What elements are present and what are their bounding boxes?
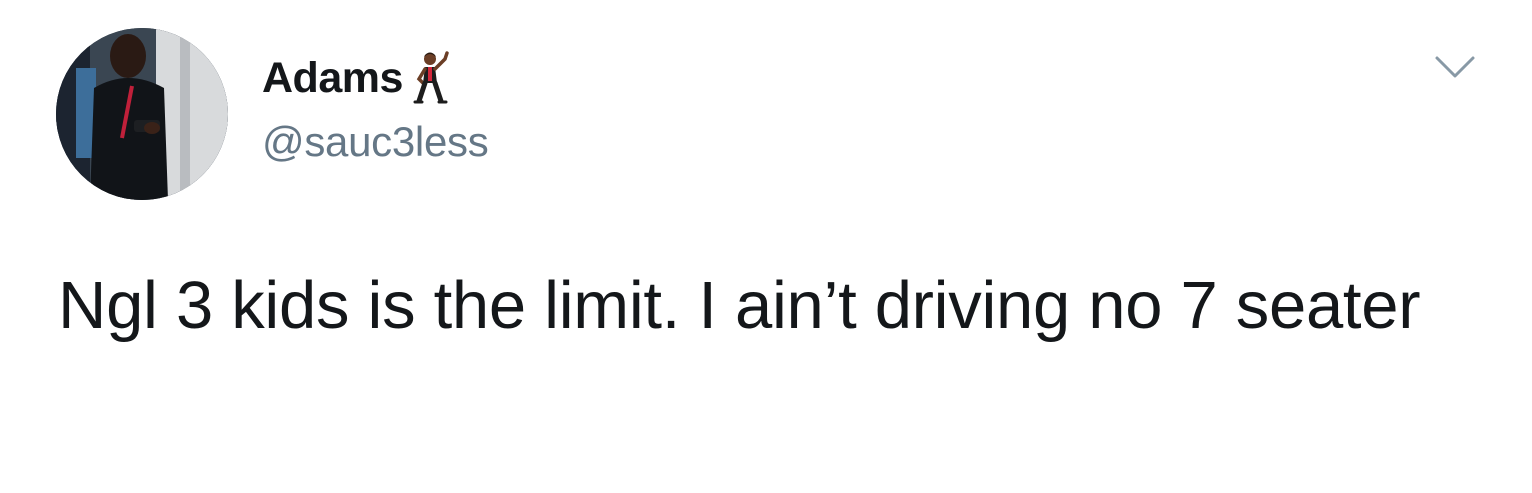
- author-handle[interactable]: @sauc3less: [262, 118, 489, 166]
- author-name-row[interactable]: Adams: [262, 51, 453, 105]
- display-name[interactable]: Adams: [262, 54, 403, 103]
- tweet-text: Ngl 3 kids is the limit. I ain’t driving…: [58, 268, 1421, 343]
- avatar-photo: [56, 28, 228, 200]
- tweet-card: Adams @sauc3less Ngl 3 kids is the limit…: [0, 0, 1532, 493]
- avatar[interactable]: [56, 28, 228, 200]
- chevron-down-icon[interactable]: [1434, 52, 1476, 82]
- dancing-man-emoji-icon: [411, 51, 453, 105]
